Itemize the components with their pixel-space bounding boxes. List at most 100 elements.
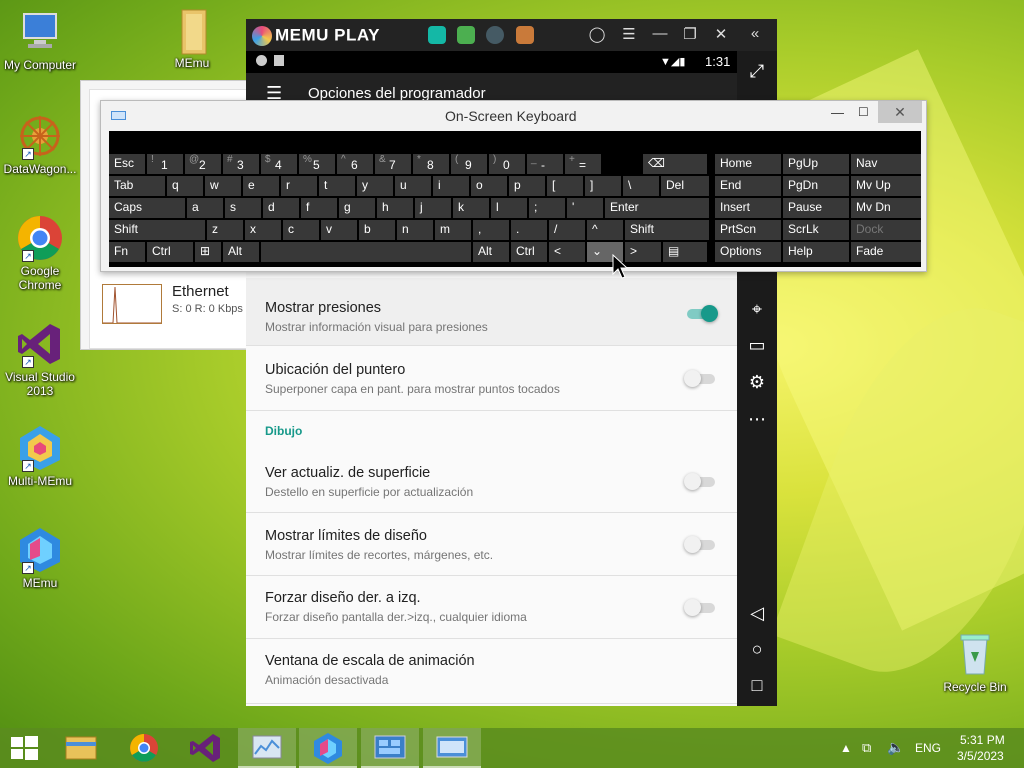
nav-key[interactable]: Home <box>715 154 781 174</box>
back-icon[interactable]: ◁ <box>745 601 769 625</box>
key-char[interactable]: @2 <box>185 154 221 174</box>
key-char[interactable]: e <box>243 176 279 196</box>
key-char[interactable]: . <box>511 220 547 240</box>
key-del[interactable]: Del <box>661 176 709 196</box>
key-char[interactable]: t <box>319 176 355 196</box>
key-char[interactable]: ; <box>529 198 565 218</box>
arrow-right-key[interactable]: > <box>625 242 661 262</box>
key-char[interactable]: y <box>357 176 393 196</box>
key-char[interactable]: f <box>301 198 337 218</box>
key-ctrl[interactable]: Ctrl <box>511 242 547 262</box>
key-char[interactable]: ! 1 <box>147 154 183 174</box>
setting-row[interactable]: Ver actualiz. de superficie Destello en … <box>246 449 737 513</box>
key-char[interactable]: [ <box>547 176 583 196</box>
maximize-icon[interactable]: ☐ <box>858 105 869 119</box>
key-tab[interactable]: Tab <box>109 176 165 196</box>
key-char[interactable]: b <box>359 220 395 240</box>
key-enter[interactable]: Enter <box>605 198 709 218</box>
nav-key[interactable]: Mv Dn <box>851 198 921 218</box>
setting-toggle[interactable] <box>684 599 715 616</box>
context-menu-key[interactable]: ▤ <box>663 242 707 262</box>
ethernet-graph[interactable] <box>102 284 162 324</box>
nav-key[interactable]: Mv Up <box>851 176 921 196</box>
key-char[interactable]: r <box>281 176 317 196</box>
key-char[interactable]: z <box>207 220 243 240</box>
key-char[interactable]: * 8 <box>413 154 449 174</box>
key-char[interactable]: a <box>187 198 223 218</box>
key-char[interactable]: v <box>321 220 357 240</box>
key-char[interactable]: l <box>491 198 527 218</box>
desktop-icon-datawagon[interactable]: ↗ DataWagon... <box>0 112 80 176</box>
menu-icon[interactable]: ☰ <box>618 25 640 43</box>
key-fn[interactable]: Fn <box>109 242 145 262</box>
key-caps[interactable]: Caps <box>109 198 185 218</box>
restore-icon[interactable]: ❐ <box>679 25 701 43</box>
nav-key[interactable]: End <box>715 176 781 196</box>
windows-key[interactable]: ⊞ <box>195 242 221 262</box>
key-char[interactable]: #3 <box>223 154 259 174</box>
key-char[interactable]: ^ 6 <box>337 154 373 174</box>
nav-key[interactable]: Options <box>715 242 781 262</box>
nav-key[interactable]: Fade <box>851 242 921 262</box>
memu-titlebar[interactable]: MEMU PLAY ◯ ☰ — ❐ ✕ « <box>246 19 777 51</box>
key-char[interactable]: ' <box>567 198 603 218</box>
key-char[interactable]: j <box>415 198 451 218</box>
key-char[interactable]: p <box>509 176 545 196</box>
key-esc[interactable]: Esc <box>109 154 145 174</box>
clock-date[interactable]: 3/5/2023 <box>957 749 1004 763</box>
taskbar-visual-studio[interactable] <box>176 728 234 768</box>
setting-row[interactable]: Forzar diseño der. a izq. Forzar diseño … <box>246 577 737 639</box>
nav-key[interactable]: Dock <box>851 220 921 240</box>
taskbar-remote-app[interactable] <box>361 728 419 768</box>
nav-key[interactable]: PgDn <box>783 176 849 196</box>
setting-row[interactable]: Mostrar límites de diseño Mostrar límite… <box>246 514 737 576</box>
setting-row[interactable]: Mostrar presiones Mostrar información vi… <box>246 278 737 346</box>
nav-key[interactable]: Nav <box>851 154 921 174</box>
key-char[interactable]: g <box>339 198 375 218</box>
arrow-left-key[interactable]: < <box>549 242 585 262</box>
key-char[interactable]: h <box>377 198 413 218</box>
setting-row[interactable]: Ubicación del puntero Superponer capa en… <box>246 347 737 411</box>
language-indicator[interactable]: ENG <box>915 741 941 755</box>
key-char[interactable]: $4 <box>261 154 297 174</box>
key-char[interactable]: w <box>205 176 241 196</box>
show-hidden-icons[interactable]: ▲ <box>840 741 852 755</box>
key-char[interactable]: c <box>283 220 319 240</box>
key-alt[interactable]: Alt <box>223 242 259 262</box>
taskbar-resource-monitor[interactable] <box>238 728 296 768</box>
nav-key[interactable]: Insert <box>715 198 781 218</box>
taskbar-memu[interactable] <box>299 728 357 768</box>
key-ctrl[interactable]: Ctrl <box>147 242 193 262</box>
location-icon[interactable]: ⌖ <box>745 297 769 321</box>
key-char[interactable]: ] <box>585 176 621 196</box>
nav-key[interactable]: PgUp <box>783 154 849 174</box>
key-char[interactable]: , <box>473 220 509 240</box>
setting-toggle[interactable] <box>684 370 715 387</box>
setting-row[interactable]: Ventana de escala de animación Animación… <box>246 640 737 704</box>
minimize-icon[interactable]: — <box>831 105 844 120</box>
key-char[interactable]: m <box>435 220 471 240</box>
close-button[interactable]: ✕ <box>878 101 922 123</box>
taskbar-chrome[interactable] <box>115 728 173 768</box>
key-char[interactable]: / <box>549 220 585 240</box>
key-char[interactable]: n <box>397 220 433 240</box>
osk-titlebar[interactable]: On-Screen Keyboard — ☐ ✕ <box>101 101 926 131</box>
nav-key[interactable]: PrtScn <box>715 220 781 240</box>
key-shift[interactable]: Shift <box>625 220 709 240</box>
key-char[interactable]: ) 0 <box>489 154 525 174</box>
key-char[interactable]: (9 <box>451 154 487 174</box>
key-shift[interactable]: Shift <box>109 220 205 240</box>
key-char[interactable]: \ <box>623 176 659 196</box>
key-char[interactable]: % 5 <box>299 154 335 174</box>
key-char[interactable]: & 7 <box>375 154 411 174</box>
folder-icon[interactable]: ▭ <box>745 333 769 357</box>
key-char[interactable]: s <box>225 198 261 218</box>
desktop-icon-multi-memu[interactable]: ↗ Multi-MEmu <box>0 424 80 488</box>
game-tab-icon[interactable] <box>516 26 534 44</box>
more-icon[interactable]: ⋯ <box>745 407 769 431</box>
key-char[interactable]: k <box>453 198 489 218</box>
key-char[interactable]: d <box>263 198 299 218</box>
minimize-icon[interactable]: — <box>649 25 671 42</box>
key-char[interactable]: q <box>167 176 203 196</box>
key-char[interactable]: x <box>245 220 281 240</box>
